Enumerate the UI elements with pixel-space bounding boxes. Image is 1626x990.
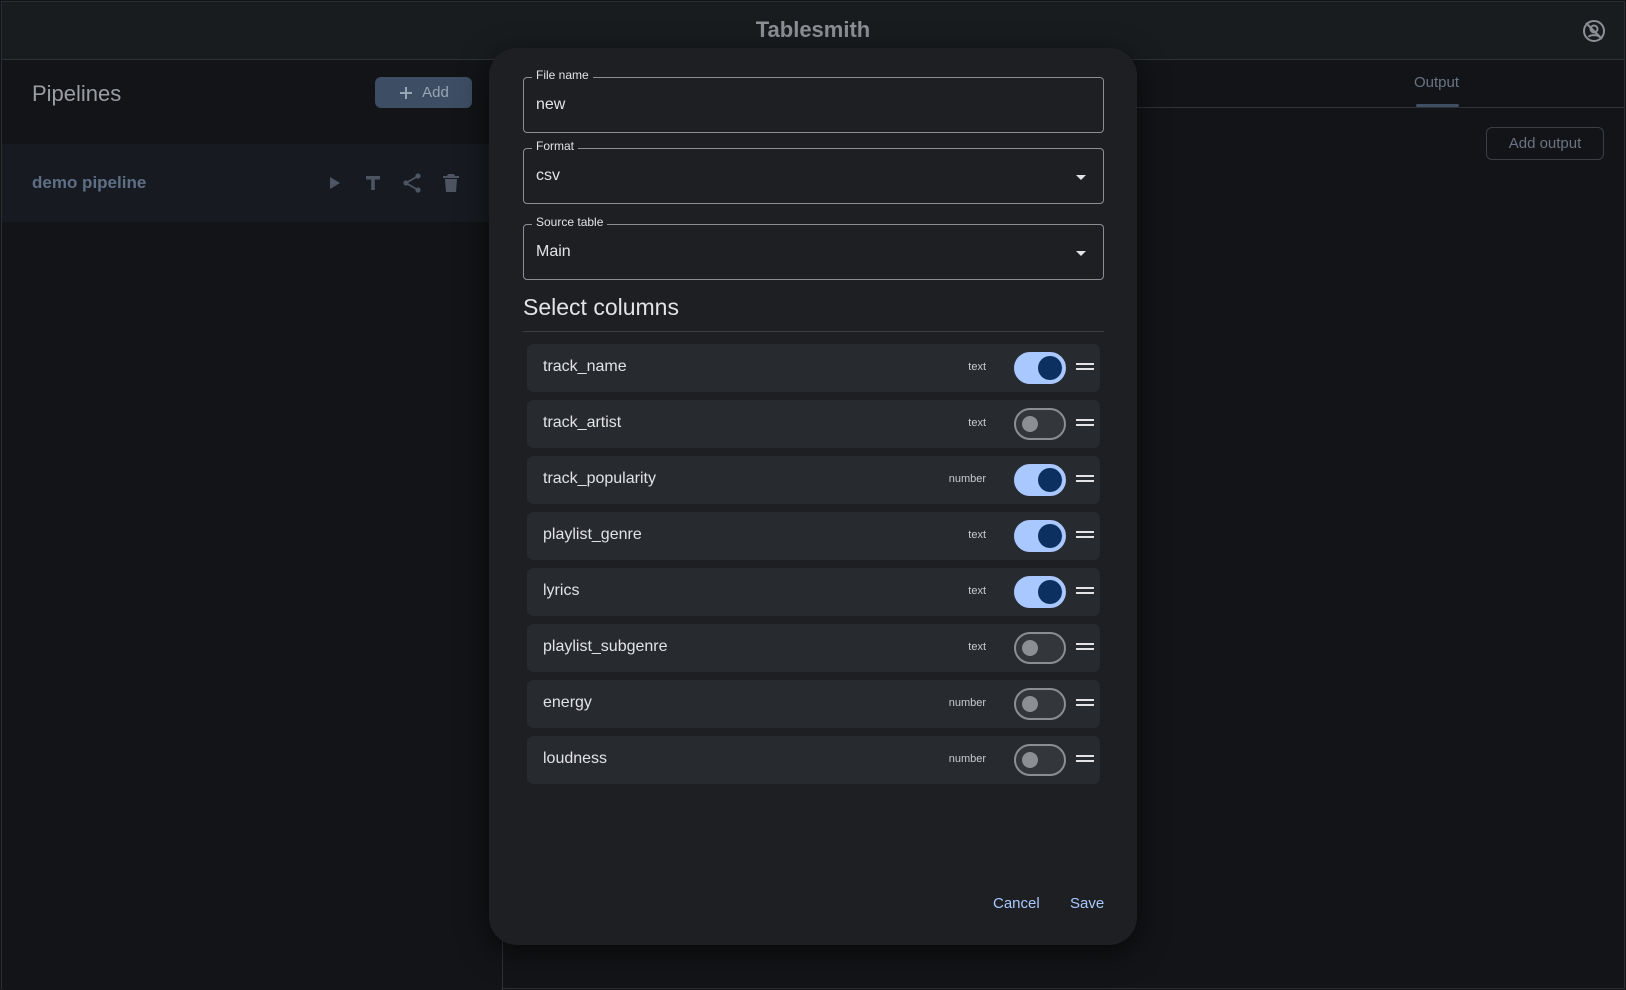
column-row: loudness number xyxy=(527,736,1100,784)
column-type: number xyxy=(948,697,986,709)
drag-handle-icon[interactable] xyxy=(1076,472,1094,488)
column-type: number xyxy=(948,473,986,485)
column-toggle[interactable] xyxy=(1014,632,1066,664)
section-divider xyxy=(523,331,1104,332)
column-toggle[interactable] xyxy=(1014,688,1066,720)
app-title: Tablesmith xyxy=(755,17,871,42)
column-type: text xyxy=(968,361,986,373)
caret-down-icon[interactable] xyxy=(1073,169,1089,185)
drag-handle-icon[interactable] xyxy=(1076,360,1094,376)
caret-down-icon[interactable] xyxy=(1073,245,1089,261)
drag-handle-icon[interactable] xyxy=(1076,584,1094,600)
drag-handle-icon[interactable] xyxy=(1076,640,1094,656)
file-name-label: File name xyxy=(532,68,593,82)
plus-icon xyxy=(400,86,413,99)
tab-active-indicator xyxy=(1416,104,1459,107)
toggle-knob xyxy=(1038,356,1062,380)
column-toggle[interactable] xyxy=(1014,464,1066,496)
source-table-label: Source table xyxy=(532,215,608,229)
column-list: track_name text track_artist text track_popu… xyxy=(527,344,1100,792)
drag-handle-icon[interactable] xyxy=(1076,528,1094,544)
toggle-knob xyxy=(1022,416,1038,432)
drag-handle-icon[interactable] xyxy=(1076,752,1094,768)
add-pipeline-label: Add xyxy=(422,84,449,101)
add-pipeline-button[interactable]: Add xyxy=(375,77,472,108)
account-off-icon[interactable] xyxy=(1582,19,1606,43)
format-select[interactable]: Format csv xyxy=(523,139,1104,204)
add-output-button[interactable]: Add output xyxy=(1486,127,1604,160)
file-name-field[interactable]: File name new xyxy=(523,68,1104,133)
column-row: playlist_genre text xyxy=(527,512,1100,560)
column-type: number xyxy=(948,753,986,765)
column-name: loudness xyxy=(543,750,608,767)
pipeline-item[interactable]: demo pipeline xyxy=(2,144,502,222)
source-table-select[interactable]: Source table Main xyxy=(523,215,1104,280)
toggle-knob xyxy=(1038,468,1062,492)
toggle-knob xyxy=(1038,524,1062,548)
select-columns-title: Select columns xyxy=(523,294,679,320)
file-name-value[interactable]: new xyxy=(536,96,565,114)
column-name: playlist_genre xyxy=(543,526,642,543)
pipeline-name: demo pipeline xyxy=(32,173,147,192)
column-row: track_popularity number xyxy=(527,456,1100,504)
export-dialog: File name new Format csv Source table Ma… xyxy=(489,48,1137,945)
column-row: track_artist text xyxy=(527,400,1100,448)
column-toggle[interactable] xyxy=(1014,520,1066,552)
sidebar-title: Pipelines xyxy=(32,81,122,106)
column-name: lyrics xyxy=(543,582,580,599)
toggle-knob xyxy=(1022,752,1038,768)
drag-handle-icon[interactable] xyxy=(1076,416,1094,432)
text-icon[interactable] xyxy=(361,171,385,195)
drag-handle-icon[interactable] xyxy=(1076,696,1094,712)
format-value: csv xyxy=(536,167,560,184)
column-toggle[interactable] xyxy=(1014,352,1066,384)
sidebar: Pipelines Add demo pipeline xyxy=(2,60,503,990)
cancel-button[interactable]: Cancel xyxy=(993,895,1040,912)
column-toggle[interactable] xyxy=(1014,408,1066,440)
column-type: text xyxy=(968,529,986,541)
toggle-knob xyxy=(1038,580,1062,604)
column-row: energy number xyxy=(527,680,1100,728)
column-name: track_artist xyxy=(543,414,622,431)
column-type: text xyxy=(968,585,986,597)
column-type: text xyxy=(968,641,986,653)
column-name: energy xyxy=(543,694,592,711)
save-button[interactable]: Save xyxy=(1070,895,1104,912)
column-name: track_name xyxy=(543,358,627,375)
column-toggle[interactable] xyxy=(1014,576,1066,608)
column-type: text xyxy=(968,417,986,429)
column-row: playlist_subgenre text xyxy=(527,624,1100,672)
column-row: lyrics text xyxy=(527,568,1100,616)
column-row: track_name text xyxy=(527,344,1100,392)
column-name: playlist_subgenre xyxy=(543,638,668,655)
format-label: Format xyxy=(532,139,579,153)
source-table-value: Main xyxy=(536,243,571,260)
play-icon[interactable] xyxy=(322,171,346,195)
share-icon[interactable] xyxy=(400,171,424,195)
toggle-knob xyxy=(1022,640,1038,656)
tab-output[interactable]: Output xyxy=(1414,74,1459,91)
column-name: track_popularity xyxy=(543,470,656,487)
toggle-knob xyxy=(1022,696,1038,712)
trash-icon[interactable] xyxy=(439,171,463,195)
column-toggle[interactable] xyxy=(1014,744,1066,776)
